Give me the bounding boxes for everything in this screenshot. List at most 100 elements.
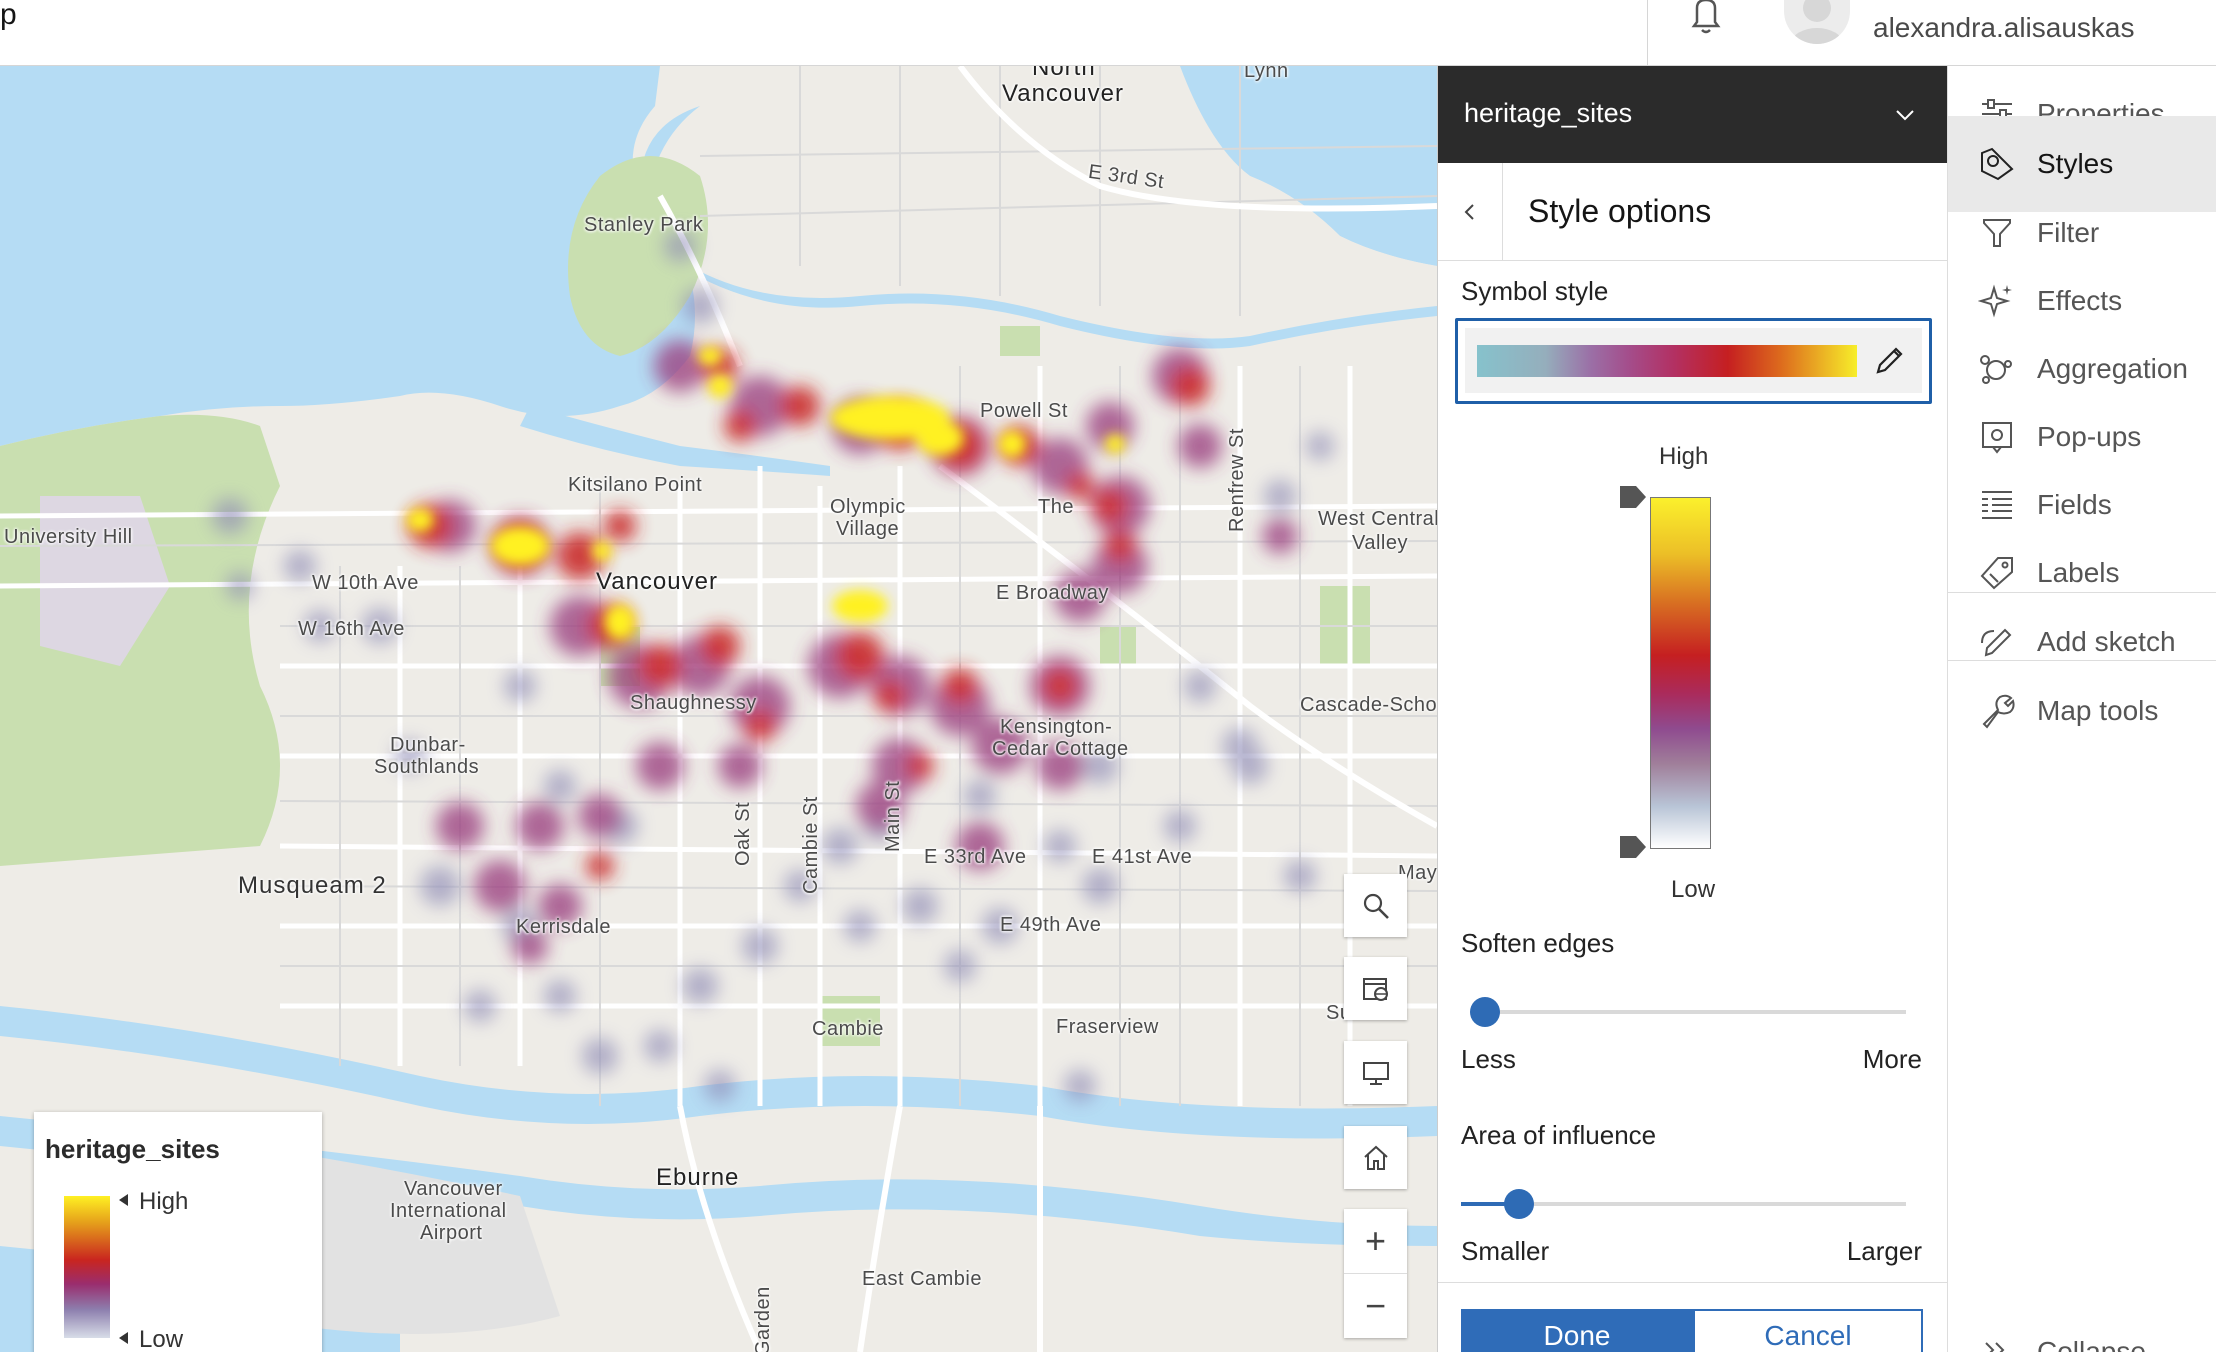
label-garden: Garden [752, 1286, 774, 1352]
fields-icon [1982, 491, 2012, 519]
label-cascade: Cascade-Schou [1300, 694, 1437, 716]
topbar-divider [1647, 0, 1648, 66]
legend-title: heritage_sites [45, 1134, 220, 1164]
label-eburne: Eburne [656, 1164, 740, 1191]
soften-edges-thumb[interactable] [1469, 997, 1500, 1027]
label-e41st: E 41st Ave [1092, 846, 1193, 868]
symbol-style-picker[interactable] [1455, 318, 1932, 404]
heatmap-color-ramp [1650, 497, 1711, 849]
label-lynn: Lynn [1244, 66, 1289, 82]
zoom-in-button[interactable]: + [1344, 1209, 1407, 1273]
legend-high-label: High [139, 1188, 189, 1215]
nav-label: Styles [2037, 148, 2114, 179]
zoom-controls: + − [1344, 1209, 1407, 1338]
nav-label: Fields [2037, 489, 2112, 520]
aggregation-icon [1980, 355, 2012, 384]
nav-label: Collapse [2037, 1336, 2146, 1352]
search-button[interactable] [1344, 874, 1407, 937]
nav-item-map-tools[interactable]: Map tools [1948, 663, 2216, 759]
panel-title: Style options [1528, 193, 1712, 229]
label-olympic: Olympic [830, 496, 906, 518]
label-west-central: West Central [1318, 508, 1437, 530]
label-e49th: E 49th Ave [1000, 914, 1102, 936]
label-airport-3: Airport [420, 1222, 483, 1244]
layer-selector[interactable]: heritage_sites [1438, 66, 1948, 163]
basemap-calendar-icon [1362, 977, 1388, 1001]
nav-label: Labels [2037, 557, 2120, 588]
panel-footer: Done Cancel [1438, 1282, 1948, 1352]
label-kensington-2: Cedar Cottage [992, 738, 1129, 760]
label-dunbar: Dunbar- [390, 734, 466, 756]
style-options-panel: heritage_sites Style options Symbol styl… [1437, 66, 1948, 1352]
label-kitsilano: Kitsilano Point [568, 474, 703, 496]
label-fraserview: Fraserview [1056, 1016, 1159, 1038]
area-of-influence-slider[interactable] [1461, 1202, 1906, 1206]
wrench-icon [1982, 694, 2015, 729]
legend-color-ramp [64, 1196, 110, 1338]
pencil-icon[interactable] [1870, 342, 1908, 380]
legend-high-marker-icon [119, 1194, 128, 1206]
chevron-down-icon [1896, 110, 1914, 121]
label-west-central-2: Valley [1352, 532, 1408, 554]
cancel-button[interactable]: Cancel [1693, 1309, 1923, 1352]
sketch-icon [1981, 628, 2012, 657]
soften-edges-min-label: Less [1461, 1044, 1516, 1074]
home-button[interactable] [1344, 1126, 1407, 1189]
search-icon [1363, 893, 1389, 919]
style-options-header: Style options [1438, 163, 1948, 261]
map-legend: heritage_sites High Low [34, 1112, 322, 1352]
label-kensington: Kensington- [1000, 716, 1113, 738]
back-button[interactable] [1438, 163, 1503, 261]
area-of-influence-label: Area of influence [1461, 1120, 1657, 1150]
map-view[interactable]: North Vancouver Lynn E 3rd St Stanley Pa… [0, 66, 1437, 1352]
area-of-influence-max-label: Larger [1846, 1236, 1922, 1266]
label-renfrew: Renfrew St [1226, 428, 1248, 532]
filter-icon [1983, 219, 2011, 247]
styles-icon [1981, 147, 2014, 181]
legend-low-marker-icon [119, 1332, 128, 1344]
nav-label: Add sketch [2037, 626, 2176, 657]
label-musqueam: Musqueam 2 [238, 872, 387, 899]
nav-label: Effects [2037, 285, 2123, 316]
label-cambie-st: Cambie St [800, 796, 822, 894]
avatar[interactable] [1784, 0, 1850, 44]
app-title-fragment: p [0, 0, 17, 31]
legend-low-label: Low [139, 1326, 184, 1352]
soften-edges-slider[interactable] [1476, 1010, 1906, 1014]
settings-nav: Properties Styles Filter Effects Aggrega… [1947, 66, 2216, 1352]
high-handle-icon[interactable] [1620, 486, 1646, 508]
label-main: Main St [882, 780, 904, 852]
monitor-icon [1362, 1061, 1389, 1085]
notifications-bell-icon[interactable] [1686, 0, 1726, 36]
label-the-drive: The [1038, 496, 1074, 518]
nav-label: Map tools [2037, 695, 2159, 726]
top-bar: p alexandra.alisauskas [0, 0, 2216, 66]
soften-edges-max-label: More [1862, 1044, 1922, 1074]
done-button[interactable]: Done [1461, 1309, 1693, 1352]
username[interactable]: alexandra.alisauskas [1873, 12, 2135, 44]
collapse-icon [1985, 1342, 2005, 1352]
zoom-out-button[interactable]: − [1344, 1273, 1407, 1337]
low-handle-icon[interactable] [1620, 836, 1646, 858]
label-e-broadway: E Broadway [996, 582, 1109, 604]
label-dunbar-2: Southlands [374, 756, 480, 778]
symbol-style-label: Symbol style [1461, 276, 1609, 306]
ramp-low-label: Low [1671, 876, 1716, 903]
nav-label: Pop-ups [2037, 421, 2142, 452]
basemap-gallery-button[interactable] [1344, 957, 1407, 1020]
label-cambie: Cambie [812, 1018, 884, 1040]
home-icon [1363, 1145, 1388, 1170]
label-shaughnessy: Shaughnessy [630, 692, 757, 714]
nav-divider [1948, 592, 2216, 593]
label-e33rd: E 33rd Ave [924, 846, 1027, 868]
label-north-vancouver-2: Vancouver [1002, 80, 1124, 107]
label-w16th: W 16th Ave [298, 618, 405, 640]
chevron-left-icon [1464, 204, 1474, 220]
label-oak: Oak St [732, 801, 754, 866]
label-w10th: W 10th Ave [312, 572, 419, 594]
label-stanley-park: Stanley Park [584, 214, 704, 236]
area-of-influence-thumb[interactable] [1504, 1189, 1534, 1219]
screen-mode-button[interactable] [1344, 1041, 1407, 1104]
nav-item-collapse[interactable]: Collapse [1948, 1304, 2216, 1352]
symbol-style-swatch [1465, 328, 1922, 393]
